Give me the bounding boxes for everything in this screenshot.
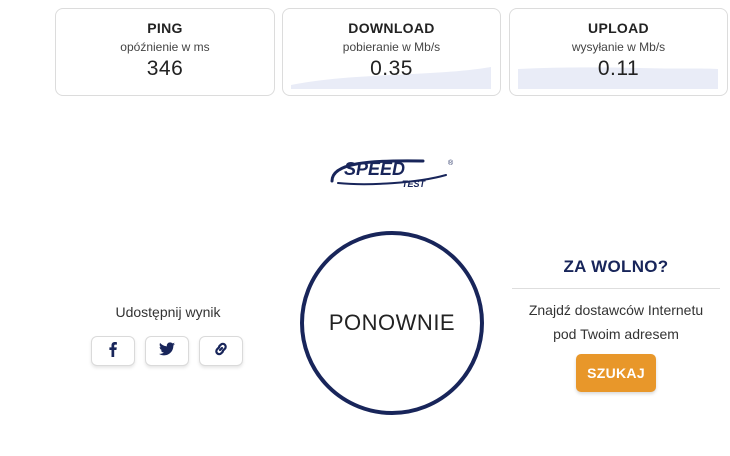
twitter-icon <box>159 341 175 361</box>
ping-title: PING <box>147 20 183 36</box>
facebook-icon <box>106 341 120 362</box>
logo-registered-mark: ® <box>448 159 454 167</box>
too-slow-line-1: Znajdź dostawców Internetu <box>528 302 704 318</box>
download-card: DOWNLOAD pobieranie w Mb/s 0.35 <box>282 8 501 96</box>
upload-card: UPLOAD wysyłanie w Mb/s 0.11 <box>509 8 728 96</box>
download-title: DOWNLOAD <box>348 20 435 36</box>
logo-sub-text: TEST <box>402 179 427 189</box>
ping-card: PING opóźnienie w ms 346 <box>55 8 275 96</box>
upload-value: 0.11 <box>597 57 640 80</box>
copy-link-button[interactable] <box>199 336 243 366</box>
search-providers-button[interactable]: SZUKAJ <box>576 354 656 392</box>
too-slow-divider <box>512 288 720 289</box>
ping-subtitle: opóźnienie w ms <box>120 40 210 54</box>
ping-value: 346 <box>146 57 184 80</box>
upload-subtitle: wysyłanie w Mb/s <box>571 40 666 54</box>
download-subtitle: pobieranie w Mb/s <box>342 40 441 54</box>
twitter-share-button[interactable] <box>145 336 189 366</box>
too-slow-line-2: pod Twoim adresem <box>553 326 679 342</box>
too-slow-title: ZA WOLNO? <box>563 257 669 276</box>
logo-main-text: SPEED <box>344 159 405 179</box>
retest-button[interactable]: PONOWNIE <box>300 231 484 415</box>
download-value: 0.35 <box>370 57 413 80</box>
speedtest-logo: SPEED TEST ® <box>330 159 454 189</box>
share-label: Udostępnij wynik <box>115 304 221 320</box>
facebook-share-button[interactable] <box>91 336 135 366</box>
upload-title: UPLOAD <box>588 20 649 36</box>
too-slow-text: Znajdź dostawców Internetu pod Twoim adr… <box>510 298 722 346</box>
link-icon <box>213 341 229 362</box>
